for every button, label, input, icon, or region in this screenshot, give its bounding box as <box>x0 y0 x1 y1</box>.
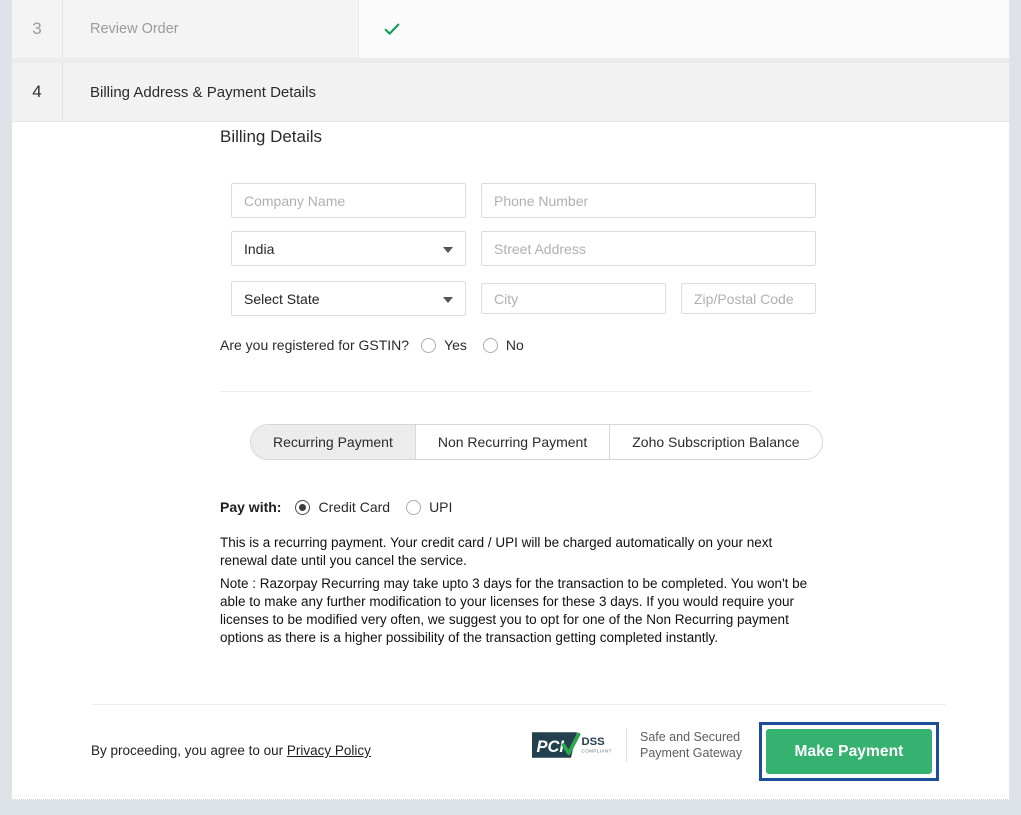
page-title: Billing Details <box>220 127 323 146</box>
street-address-input[interactable]: Street Address <box>481 231 816 266</box>
zip-code-placeholder: Zip/Postal Code <box>694 290 794 307</box>
tab-recurring-payment[interactable]: Recurring Payment <box>251 425 416 459</box>
step-number: 4 <box>32 82 42 101</box>
step-title-cell: Billing Address & Payment Details <box>63 63 1009 121</box>
pci-dss-logo-icon: PCI DSS COMPLIANT <box>532 732 612 758</box>
secure-gateway-line-2: Payment Gateway <box>640 746 743 760</box>
terms-agreement-prefix: By proceeding, you agree to our <box>91 743 287 758</box>
check-icon <box>384 23 400 35</box>
step-row-review-order[interactable]: 3 Review Order <box>12 0 1009 58</box>
street-address-placeholder: Street Address <box>494 240 586 257</box>
billing-body: Billing Details Company Name Phone Numbe… <box>12 122 1009 799</box>
step-number-cell: 3 <box>12 0 63 58</box>
payment-method-radio-credit-card[interactable] <box>295 499 311 515</box>
country-value: India <box>244 240 275 257</box>
zip-code-input[interactable]: Zip/Postal Code <box>681 283 816 314</box>
secure-gateway-line-1: Safe and Secured <box>640 729 741 744</box>
checkout-footer: By proceeding, you agree to our Privacy … <box>12 718 1009 788</box>
svg-text:PCI: PCI <box>537 738 565 756</box>
step-title-cell: Review Order <box>63 0 359 58</box>
pci-dss-badge: PCI DSS COMPLIANT Safe and Secured Payme… <box>529 728 742 762</box>
gstin-question-row: Are you registered for GSTIN? Yes No <box>220 337 540 353</box>
step-status-cell <box>359 0 1009 58</box>
city-input[interactable]: City <box>481 283 666 314</box>
pay-with-label: Pay with: <box>220 499 282 515</box>
gstin-radio-no[interactable] <box>482 337 498 353</box>
payment-method-radio-upi[interactable] <box>406 499 422 515</box>
make-payment-focus-ring: Make Payment <box>759 722 939 781</box>
company-name-input[interactable]: Company Name <box>231 183 466 218</box>
company-name-placeholder: Company Name <box>244 192 346 209</box>
country-select[interactable]: India <box>231 231 466 266</box>
svg-text:DSS: DSS <box>582 736 606 748</box>
payment-type-tabs: Recurring Payment Non Recurring Payment … <box>250 424 823 460</box>
step-number-cell: 4 <box>12 63 63 121</box>
gstin-radio-yes[interactable] <box>421 337 437 353</box>
checkout-card: 3 Review Order 4 Billing Address & Payme… <box>11 0 1010 800</box>
tab-zoho-subscription-balance[interactable]: Zoho Subscription Balance <box>610 425 822 459</box>
step-title: Billing Address & Payment Details <box>90 83 316 101</box>
make-payment-button[interactable]: Make Payment <box>766 729 932 774</box>
section-divider <box>220 391 811 392</box>
step-number: 3 <box>32 19 42 38</box>
gstin-label: Are you registered for GSTIN? <box>220 337 410 353</box>
state-value: Select State <box>244 290 320 307</box>
phone-number-placeholder: Phone Number <box>494 192 589 209</box>
payment-method-credit-card-label: Credit Card <box>318 499 391 515</box>
state-select[interactable]: Select State <box>231 281 466 316</box>
city-placeholder: City <box>494 290 519 307</box>
recurring-payment-note: This is a recurring payment. Your credit… <box>220 535 773 568</box>
svg-text:COMPLIANT: COMPLIANT <box>582 749 612 754</box>
checkout-page: 3 Review Order 4 Billing Address & Payme… <box>0 0 1021 815</box>
gstin-option-no-label: No <box>505 337 524 353</box>
pay-with-row: Pay with: Credit Card UPI <box>220 499 468 515</box>
chevron-down-icon <box>443 246 453 253</box>
privacy-policy-link[interactable]: Privacy Policy <box>287 743 371 758</box>
razorpay-recurring-note: Note : Razorpay Recurring may take upto … <box>220 576 808 645</box>
terms-agreement-text: By proceeding, you agree to our Privacy … <box>91 743 371 758</box>
gstin-option-yes-label: Yes <box>444 337 467 353</box>
badge-separator <box>626 728 627 762</box>
step-row-billing-payment[interactable]: 4 Billing Address & Payment Details <box>12 63 1009 122</box>
step-title: Review Order <box>90 21 179 37</box>
phone-number-input[interactable]: Phone Number <box>481 183 816 218</box>
secure-gateway-text: Safe and Secured Payment Gateway <box>640 729 742 762</box>
footer-divider <box>91 704 946 705</box>
payment-method-upi-label: UPI <box>429 499 453 515</box>
tab-non-recurring-payment[interactable]: Non Recurring Payment <box>415 425 611 459</box>
chevron-down-icon <box>443 296 453 303</box>
